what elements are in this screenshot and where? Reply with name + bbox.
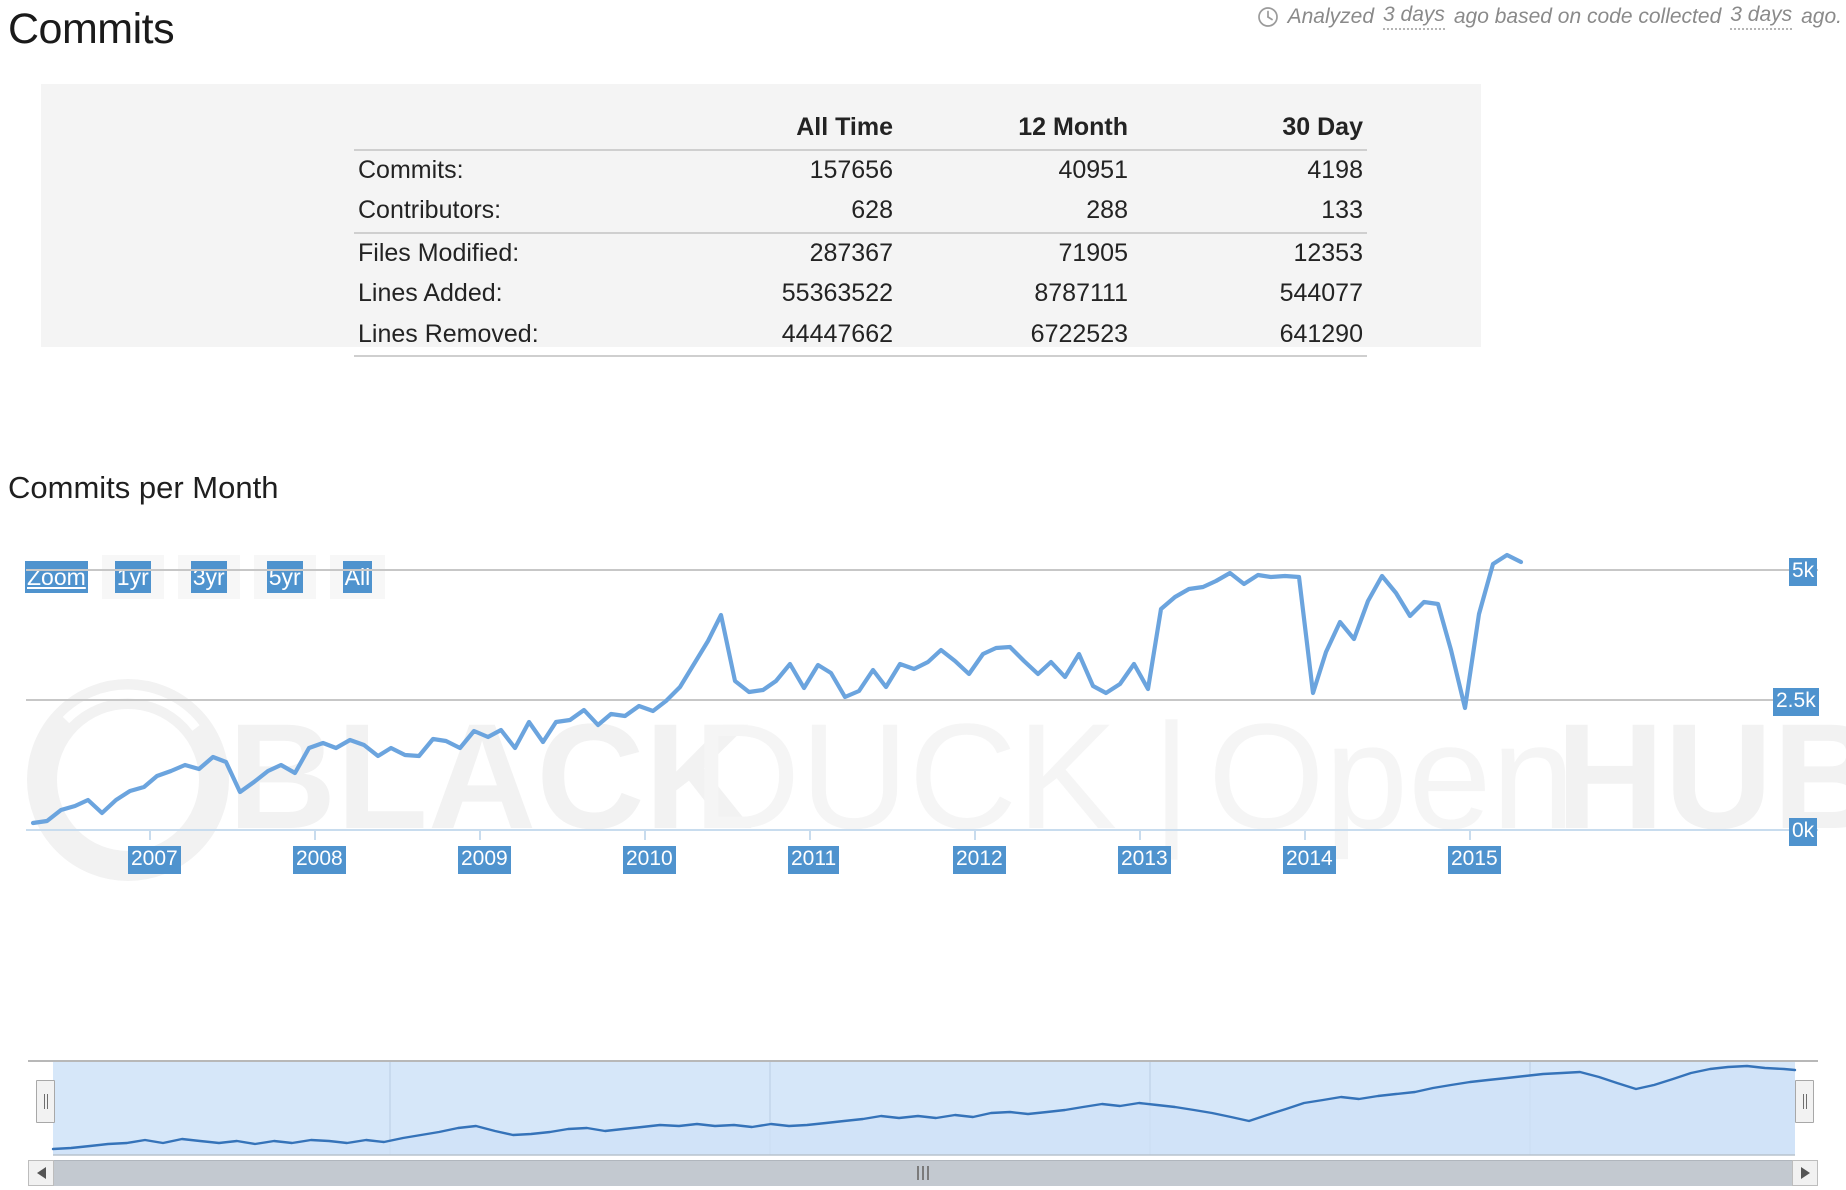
y-axis-label-5k: 5k xyxy=(1789,558,1817,586)
analysis-prefix-text: Analyzed xyxy=(1288,5,1374,29)
chart-svg xyxy=(0,540,1846,840)
x-axis-label-2010: 2010 xyxy=(623,846,676,874)
commits-30-day: 4198 xyxy=(1132,150,1367,192)
table-header: All Time 12 Month 30 Day xyxy=(354,108,1367,150)
table-body: Commits: 157656 40951 4198 Contributors:… xyxy=(354,150,1367,357)
table-row: Commits: 157656 40951 4198 xyxy=(354,150,1367,192)
table-row: Lines Added: 55363522 8787111 544077 xyxy=(354,274,1367,315)
lines-added-12-month: 8787111 xyxy=(897,274,1132,315)
lines-added-30-day: 544077 xyxy=(1132,274,1367,315)
lines-removed-all-time: 44447662 xyxy=(662,315,897,357)
column-header-30-day: 30 Day xyxy=(1132,108,1367,150)
files-modified-all-time: 287367 xyxy=(662,233,897,275)
commits-all-time: 157656 xyxy=(662,150,897,192)
clock-icon xyxy=(1257,6,1279,28)
contributors-30-day: 133 xyxy=(1132,191,1367,233)
commits-per-month-chart[interactable]: 5k 2.5k 0k xyxy=(0,540,1846,840)
chevron-left-icon xyxy=(37,1167,46,1179)
analysis-age-value[interactable]: 3 days xyxy=(1383,3,1445,30)
commit-statistics-panel: All Time 12 Month 30 Day Commits: 157656… xyxy=(41,84,1481,347)
column-header-blank xyxy=(354,108,662,150)
table-row: Lines Removed: 44447662 6722523 641290 xyxy=(354,315,1367,357)
lines-removed-30-day: 641290 xyxy=(1132,315,1367,357)
analysis-mid-text: ago based on code collected xyxy=(1454,5,1721,29)
analysis-status-note: Analyzed 3 days ago based on code collec… xyxy=(1257,3,1842,30)
commits-12-month: 40951 xyxy=(897,150,1132,192)
x-axis-label-2012: 2012 xyxy=(953,846,1006,874)
scroll-right-arrow-button[interactable] xyxy=(1792,1160,1818,1186)
x-axis-label-2008: 2008 xyxy=(293,846,346,874)
y-axis-label-0k: 0k xyxy=(1789,818,1817,846)
files-modified-12-month: 71905 xyxy=(897,233,1132,275)
commit-statistics-table: All Time 12 Month 30 Day Commits: 157656… xyxy=(354,108,1367,357)
row-label-contributors: Contributors: xyxy=(354,191,662,233)
row-label-files-modified: Files Modified: xyxy=(354,233,662,275)
commits-page: Commits Analyzed 3 days ago based on cod… xyxy=(0,0,1846,1190)
x-axis-label-2014: 2014 xyxy=(1283,846,1336,874)
navigator-handle-right[interactable] xyxy=(1795,1080,1814,1123)
x-axis-label-2011: 2011 xyxy=(788,846,839,874)
page-title: Commits xyxy=(8,6,174,53)
analysis-suffix-text: ago. xyxy=(1801,5,1842,29)
row-label-commits: Commits: xyxy=(354,150,662,192)
table-header-row: All Time 12 Month 30 Day xyxy=(354,108,1367,150)
navigator-scrollbar-grip[interactable] xyxy=(917,1166,929,1180)
table-row: Files Modified: 287367 71905 12353 xyxy=(354,233,1367,275)
x-axis-ticks xyxy=(150,830,1470,840)
column-header-12-month: 12 Month xyxy=(897,108,1132,150)
files-modified-30-day: 12353 xyxy=(1132,233,1367,275)
code-collected-age-value[interactable]: 3 days xyxy=(1730,3,1792,30)
x-axis-label-2013: 2013 xyxy=(1118,846,1171,874)
chevron-right-icon xyxy=(1801,1167,1810,1179)
x-axis-label-2007: 2007 xyxy=(128,846,181,874)
lines-removed-12-month: 6722523 xyxy=(897,315,1132,357)
navigator-handle-left[interactable] xyxy=(36,1080,55,1123)
y-axis-label-2.5k: 2.5k xyxy=(1773,688,1819,716)
row-label-lines-added: Lines Added: xyxy=(354,274,662,315)
chart-heading: Commits per Month xyxy=(8,470,278,506)
lines-added-all-time: 55363522 xyxy=(662,274,897,315)
contributors-12-month: 288 xyxy=(897,191,1132,233)
scroll-left-arrow-button[interactable] xyxy=(28,1160,54,1186)
contributors-all-time: 628 xyxy=(662,191,897,233)
x-axis-label-2009: 2009 xyxy=(458,846,511,874)
column-header-all-time: All Time xyxy=(662,108,897,150)
commits-line-series xyxy=(33,555,1521,823)
x-axis-label-2015: 2015 xyxy=(1448,846,1501,874)
table-row: Contributors: 628 288 133 xyxy=(354,191,1367,233)
row-label-lines-removed: Lines Removed: xyxy=(354,315,662,357)
